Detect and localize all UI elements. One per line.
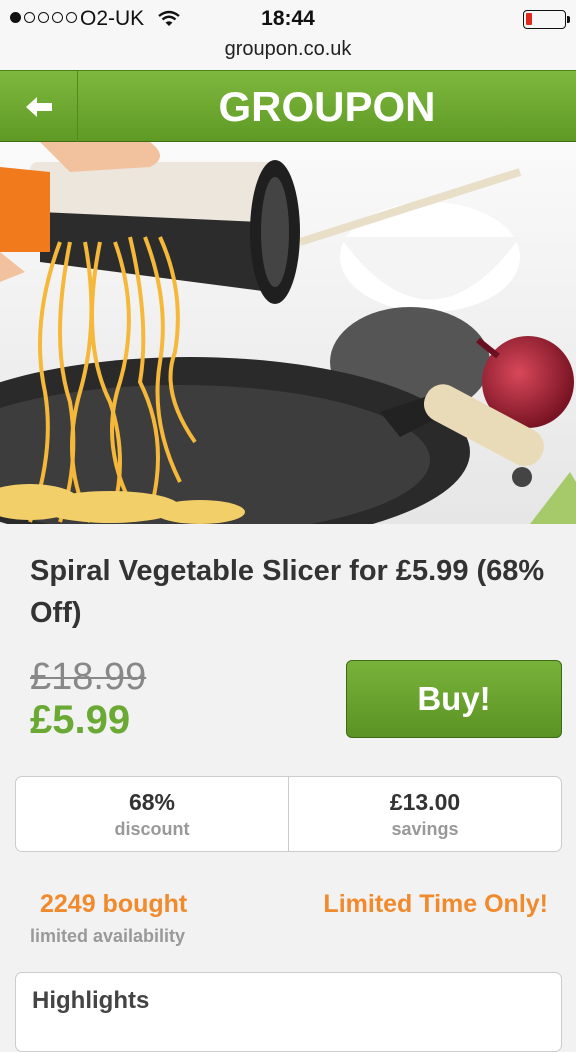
back-button[interactable]: [0, 71, 78, 142]
highlights-section[interactable]: Highlights: [15, 972, 562, 1052]
deal-title: Spiral Vegetable Slicer for £5.99 (68% O…: [30, 555, 545, 629]
discount-stat: 68% discount: [16, 777, 288, 851]
savings-value: £13.00: [389, 789, 461, 815]
deal-price: £5.99: [30, 698, 131, 742]
discount-label: discount: [114, 819, 190, 839]
limited-time-label: Limited Time Only!: [323, 890, 548, 918]
bought-count: 2249 bought: [40, 890, 188, 918]
original-price: £18.99: [30, 656, 147, 698]
buy-button[interactable]: Buy!: [346, 660, 562, 738]
url-bar[interactable]: groupon.co.uk: [0, 38, 576, 70]
status-bar: O2-UK 18:44: [0, 0, 576, 38]
battery-icon: [523, 10, 570, 29]
url-text: groupon.co.uk: [224, 38, 352, 60]
app-header: GROUPON: [0, 70, 576, 142]
savings-label: savings: [391, 819, 459, 839]
product-image: [0, 142, 576, 524]
deal-details: Spiral Vegetable Slicer for £5.99 (68% O…: [0, 524, 576, 1052]
clock: 18:44: [261, 7, 315, 30]
deal-stats: 68% discount £13.00 savings: [15, 776, 562, 852]
savings-stat: £13.00 savings: [288, 777, 561, 851]
arrow-left-icon: [25, 96, 52, 117]
groupon-logo: GROUPON: [218, 83, 436, 130]
highlights-title: Highlights: [32, 987, 150, 1014]
discount-value: 68%: [128, 789, 176, 815]
availability-label: limited availability: [30, 926, 186, 946]
